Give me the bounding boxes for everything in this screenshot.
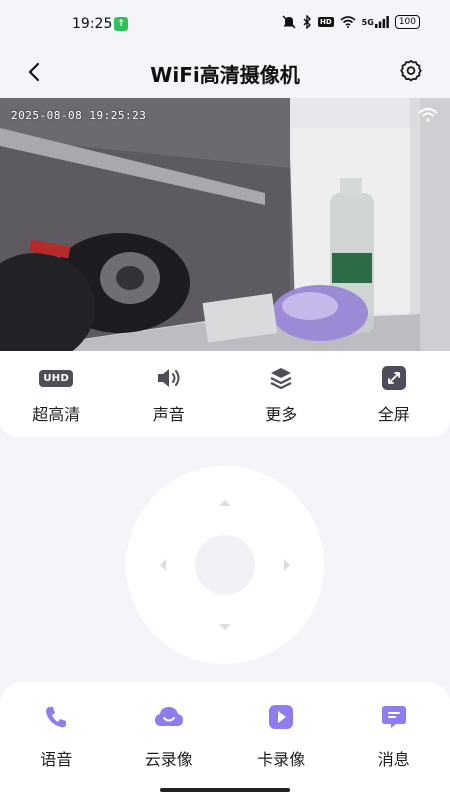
network-label: 5G <box>361 17 374 27</box>
voice-button[interactable]: 语音 <box>0 682 113 800</box>
ptz-direction-pad <box>126 466 324 664</box>
video-controls: UHD 超高清 声音 更多 全屏 <box>0 351 450 437</box>
quality-button[interactable]: UHD 超高清 <box>0 351 113 437</box>
voice-label: 语音 <box>40 750 73 769</box>
app-notification-icon: ↑ <box>114 17 128 31</box>
page-title: WiFi高清摄像机 <box>150 63 300 87</box>
wifi-icon <box>340 16 356 28</box>
sound-button[interactable]: 声音 <box>113 351 226 437</box>
layers-icon <box>268 365 294 391</box>
gear-icon <box>400 59 422 82</box>
messages-button[interactable]: 消息 <box>338 682 450 800</box>
uhd-icon: UHD <box>39 369 74 387</box>
sound-label: 声音 <box>152 405 185 424</box>
fullscreen-button[interactable]: 全屏 <box>338 351 450 437</box>
fullscreen-icon <box>381 365 407 391</box>
bluetooth-icon <box>302 15 312 29</box>
signal-icon: 5G <box>362 16 389 28</box>
ptz-center-button[interactable] <box>195 535 255 595</box>
fullscreen-label: 全屏 <box>377 405 410 424</box>
more-label: 更多 <box>265 405 298 424</box>
camera-video-feed[interactable]: 2025-08-08 19:25:23 <box>0 98 450 351</box>
message-icon <box>381 702 407 732</box>
video-timestamp: 2025-08-08 19:25:23 <box>11 109 147 122</box>
messages-label: 消息 <box>377 750 410 769</box>
pan-left-arrow-icon[interactable] <box>160 559 166 571</box>
pan-up-arrow-icon[interactable] <box>219 500 231 506</box>
status-bar: 19:25 ↑ HD 5G 100 <box>0 0 450 48</box>
hd-badge: HD <box>318 17 334 27</box>
phone-icon <box>43 702 69 732</box>
video-wifi-icon <box>418 108 438 122</box>
card-recording-label: 卡录像 <box>257 750 306 769</box>
settings-button[interactable] <box>396 56 426 86</box>
home-indicator[interactable] <box>160 788 290 792</box>
cloud-icon <box>153 702 185 732</box>
status-icons: HD 5G 100 <box>282 15 420 29</box>
card-recording-button[interactable]: 卡录像 <box>225 682 338 800</box>
status-time: 19:25 <box>72 16 113 32</box>
play-icon <box>268 702 294 732</box>
battery-indicator: 100 <box>394 15 420 29</box>
bottom-action-bar: 语音 云录像 卡录像 消息 <box>0 682 450 800</box>
cloud-recording-button[interactable]: 云录像 <box>113 682 226 800</box>
quality-label: 超高清 <box>32 405 81 424</box>
app-header: WiFi高清摄像机 <box>0 48 450 96</box>
more-button[interactable]: 更多 <box>225 351 338 437</box>
pan-down-arrow-icon[interactable] <box>219 624 231 630</box>
cloud-recording-label: 云录像 <box>144 750 193 769</box>
mute-bell-icon <box>282 15 296 29</box>
camera-scene-image <box>0 98 450 351</box>
speaker-icon <box>155 365 183 391</box>
pan-right-arrow-icon[interactable] <box>284 559 290 571</box>
